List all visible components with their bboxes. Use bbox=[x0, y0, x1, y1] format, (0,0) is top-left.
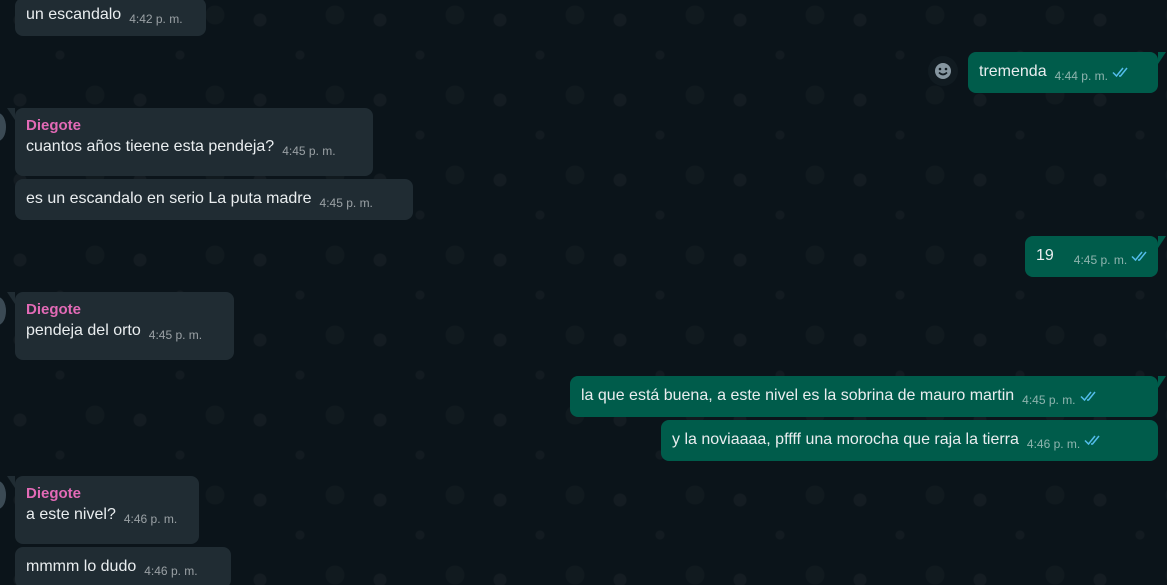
message-time: 4:45 p. m. bbox=[282, 144, 336, 158]
double-check-icon bbox=[1112, 67, 1128, 78]
sender-name[interactable]: Diegote bbox=[26, 300, 224, 320]
message-bubble[interactable]: la que está buena, a este nivel es la so… bbox=[570, 376, 1166, 417]
message-text: y la noviaaaa, pffff una morocha que raj… bbox=[672, 431, 1019, 448]
message-bubble[interactable]: Diegote pendeja del orto 4:45 p. m. bbox=[7, 292, 234, 360]
message-time: 4:46 p. m. bbox=[1026, 437, 1081, 451]
message-bubble[interactable]: 19 4:45 p. m. bbox=[1025, 236, 1166, 277]
avatar[interactable] bbox=[0, 113, 6, 141]
emoji-smile-icon bbox=[935, 63, 951, 79]
message-time: 4:46 p. m. bbox=[144, 564, 198, 578]
double-check-icon bbox=[1080, 391, 1096, 402]
message-time: 4:46 p. m. bbox=[123, 512, 178, 526]
message-time: 4:45 p. m. bbox=[1022, 393, 1076, 407]
message-bubble[interactable]: mmmm lo dudo 4:46 p. m. bbox=[15, 547, 231, 585]
double-check-icon bbox=[1131, 251, 1147, 262]
message-bubble[interactable]: tremenda 4:44 p. m. bbox=[968, 52, 1166, 93]
message-text: un escandalo bbox=[26, 6, 122, 23]
message-text: cuantos años tieene esta pendeja? bbox=[26, 138, 275, 155]
message-text: es un escandalo en serio La puta madre bbox=[26, 190, 312, 207]
message-time: 4:45 p. m. bbox=[319, 196, 373, 210]
message-bubble[interactable]: Diegote a este nivel? 4:46 p. m. bbox=[7, 476, 199, 544]
chat-message-area[interactable]: un escandalo 4:42 p. m. tremenda 4:44 p. m… bbox=[0, 0, 1167, 585]
message-text: 19 bbox=[1036, 247, 1054, 264]
message-text: tremenda bbox=[979, 63, 1047, 80]
message-bubble[interactable]: Diegote cuantos años tieene esta pendeja… bbox=[7, 108, 373, 176]
double-check-icon bbox=[1084, 435, 1100, 446]
message-bubble[interactable]: y la noviaaaa, pffff una morocha que raj… bbox=[661, 420, 1158, 461]
message-text: la que está buena, a este nivel es la so… bbox=[581, 387, 1015, 404]
avatar[interactable] bbox=[0, 481, 6, 509]
message-time: 4:44 p. m. bbox=[1054, 69, 1108, 83]
avatar[interactable] bbox=[0, 297, 6, 325]
message-text: pendeja del orto bbox=[26, 322, 141, 339]
message-bubble[interactable]: es un escandalo en serio La puta madre 4:… bbox=[15, 179, 413, 220]
message-time: 4:45 p. m. bbox=[1073, 253, 1128, 267]
sender-name[interactable]: Diegote bbox=[26, 484, 189, 504]
message-text: mmmm lo dudo bbox=[26, 558, 137, 575]
message-text: a este nivel? bbox=[26, 506, 116, 523]
message-time: 4:45 p. m. bbox=[148, 328, 203, 342]
reaction-button[interactable] bbox=[928, 56, 958, 86]
sender-name[interactable]: Diegote bbox=[26, 116, 363, 136]
message-time: 4:42 p. m. bbox=[129, 12, 183, 26]
message-bubble[interactable]: un escandalo 4:42 p. m. bbox=[15, 0, 206, 36]
